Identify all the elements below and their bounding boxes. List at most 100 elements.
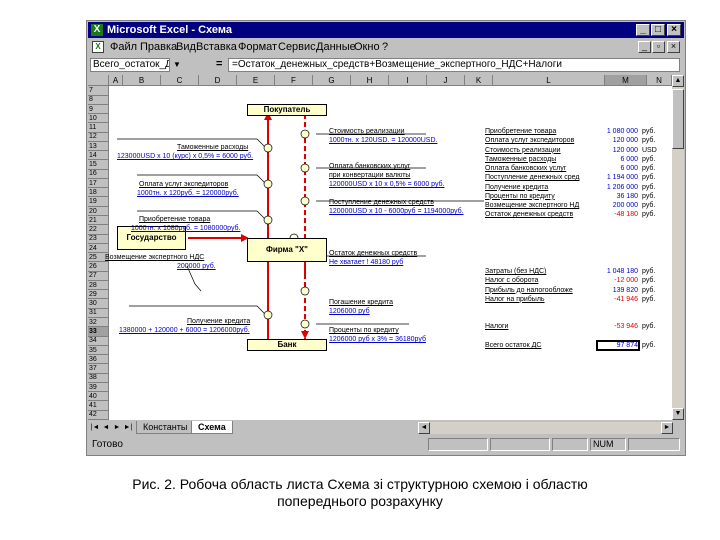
summary-label: Приобретение товара: [485, 128, 557, 135]
next-sheet-icon[interactable]: ►: [112, 422, 122, 433]
row-header[interactable]: 17: [88, 178, 109, 189]
interest-title: Проценты по кредиту: [329, 327, 399, 334]
row-header[interactable]: 18: [88, 187, 109, 198]
bank-fee-title: Оплата банковских услуг: [329, 163, 411, 170]
tab-scheme[interactable]: Схема: [191, 421, 233, 434]
scroll-up-icon[interactable]: ▲: [672, 75, 684, 87]
row-header[interactable]: 34: [88, 336, 109, 346]
column-header[interactable]: J: [427, 75, 465, 86]
row-header[interactable]: 11: [88, 123, 109, 133]
menu-help[interactable]: ?: [382, 39, 388, 55]
equals-icon[interactable]: =: [216, 58, 222, 70]
row-header[interactable]: 29: [88, 289, 109, 300]
tab-constants[interactable]: Константы: [136, 421, 195, 434]
menu-edit[interactable]: Правка: [140, 39, 177, 55]
status-panel: [490, 438, 550, 451]
summary-value: 1 080 000: [606, 128, 638, 135]
summary-value: 120 000: [612, 146, 638, 154]
row-header[interactable]: 7: [88, 86, 109, 96]
menu-data[interactable]: Данные: [316, 39, 356, 55]
column-header[interactable]: I: [389, 75, 427, 86]
caption-line-2: попереднього розрахунку: [277, 493, 443, 509]
summary-value: 36 180: [616, 192, 638, 200]
excel-app-icon[interactable]: X: [91, 24, 103, 36]
row-header[interactable]: 40: [88, 391, 109, 402]
row-header[interactable]: 19: [88, 197, 109, 207]
column-header[interactable]: K: [465, 75, 493, 86]
prev-sheet-icon[interactable]: ◄: [101, 422, 111, 433]
row-header[interactable]: 10: [88, 113, 109, 124]
row-header[interactable]: 31: [88, 308, 109, 318]
row-header[interactable]: 13: [88, 141, 109, 152]
row-header[interactable]: 12: [88, 132, 109, 142]
close-button[interactable]: ×: [667, 24, 681, 36]
minimize-button[interactable]: _: [636, 24, 650, 36]
column-header[interactable]: M: [605, 75, 647, 86]
row-header[interactable]: 41: [88, 401, 109, 411]
menu-insert[interactable]: Вставка: [196, 39, 237, 55]
menu-format[interactable]: Формат: [238, 39, 277, 55]
row-header[interactable]: 42: [88, 410, 109, 420]
taxes-unit: руб.: [642, 323, 656, 330]
column-header[interactable]: N: [647, 75, 672, 86]
row-header[interactable]: 22: [88, 225, 109, 235]
total-unit: руб.: [642, 342, 656, 349]
last-sheet-icon[interactable]: ►|: [123, 422, 133, 433]
column-header[interactable]: D: [199, 75, 237, 86]
scroll-thumb[interactable]: [672, 89, 684, 149]
row-header[interactable]: 8: [88, 95, 109, 105]
summary-label: Оплата банковских услуг: [485, 165, 567, 173]
first-sheet-icon[interactable]: |◄: [90, 422, 100, 433]
column-header[interactable]: B: [123, 75, 161, 86]
column-header[interactable]: F: [275, 75, 313, 86]
summary-label: Прибыль до налогообложе: [485, 286, 573, 294]
scroll-down-icon[interactable]: ▼: [672, 408, 684, 420]
summary-unit: USD: [642, 146, 657, 154]
column-header[interactable]: A: [109, 75, 123, 86]
row-header[interactable]: 28: [88, 280, 109, 291]
doc-close-button[interactable]: ×: [667, 41, 680, 53]
menu-file[interactable]: Файл: [110, 39, 137, 55]
row-header[interactable]: 9: [88, 104, 109, 115]
menu-window[interactable]: Окно: [354, 39, 380, 55]
row-header[interactable]: 36: [88, 354, 109, 365]
row-header[interactable]: 32: [88, 317, 109, 328]
formula-input[interactable]: =Остаток_денежных_средств+Возмещение_экс…: [228, 58, 680, 72]
row-header[interactable]: 16: [88, 169, 109, 179]
row-header[interactable]: 26: [88, 262, 109, 272]
row-header[interactable]: 38: [88, 373, 109, 383]
sheet-area[interactable]: Покупатель Государство Фирма "Х" Банк Та…: [105, 86, 672, 420]
column-header[interactable]: L: [493, 75, 605, 86]
chevron-down-icon[interactable]: ▼: [172, 59, 182, 71]
select-all-corner[interactable]: [88, 75, 109, 86]
menu-view[interactable]: Вид: [176, 39, 196, 55]
row-header[interactable]: 14: [88, 150, 109, 161]
row-header[interactable]: 33: [88, 327, 109, 337]
row-header[interactable]: 35: [88, 345, 109, 356]
row-header[interactable]: 15: [88, 160, 109, 170]
row-header[interactable]: 21: [88, 215, 109, 226]
horizontal-scrollbar[interactable]: ◄ ►: [418, 422, 673, 434]
maximize-button[interactable]: □: [651, 24, 665, 36]
doc-minimize-button[interactable]: _: [638, 41, 651, 53]
column-header[interactable]: E: [237, 75, 275, 86]
row-header[interactable]: 24: [88, 243, 109, 254]
row-header[interactable]: 23: [88, 234, 109, 244]
junction-circle: [300, 163, 310, 173]
credit-title: Получение кредита: [187, 318, 251, 325]
column-header[interactable]: C: [161, 75, 199, 86]
row-header[interactable]: 30: [88, 299, 109, 309]
row-header[interactable]: 20: [88, 206, 109, 216]
column-header[interactable]: H: [351, 75, 389, 86]
row-header[interactable]: 27: [88, 271, 109, 281]
menu-tools[interactable]: Сервис: [278, 39, 316, 55]
scroll-right-icon[interactable]: ►: [661, 422, 673, 434]
vertical-scrollbar[interactable]: ▲ ▼: [672, 75, 684, 420]
column-header[interactable]: G: [313, 75, 351, 86]
scroll-left-icon[interactable]: ◄: [418, 422, 430, 434]
row-header[interactable]: 37: [88, 364, 109, 374]
row-header[interactable]: 39: [88, 382, 109, 393]
workbook-icon[interactable]: X: [92, 41, 104, 53]
doc-restore-button[interactable]: ▫: [652, 41, 665, 53]
name-box[interactable]: Всего_остаток_ДС: [90, 58, 170, 72]
